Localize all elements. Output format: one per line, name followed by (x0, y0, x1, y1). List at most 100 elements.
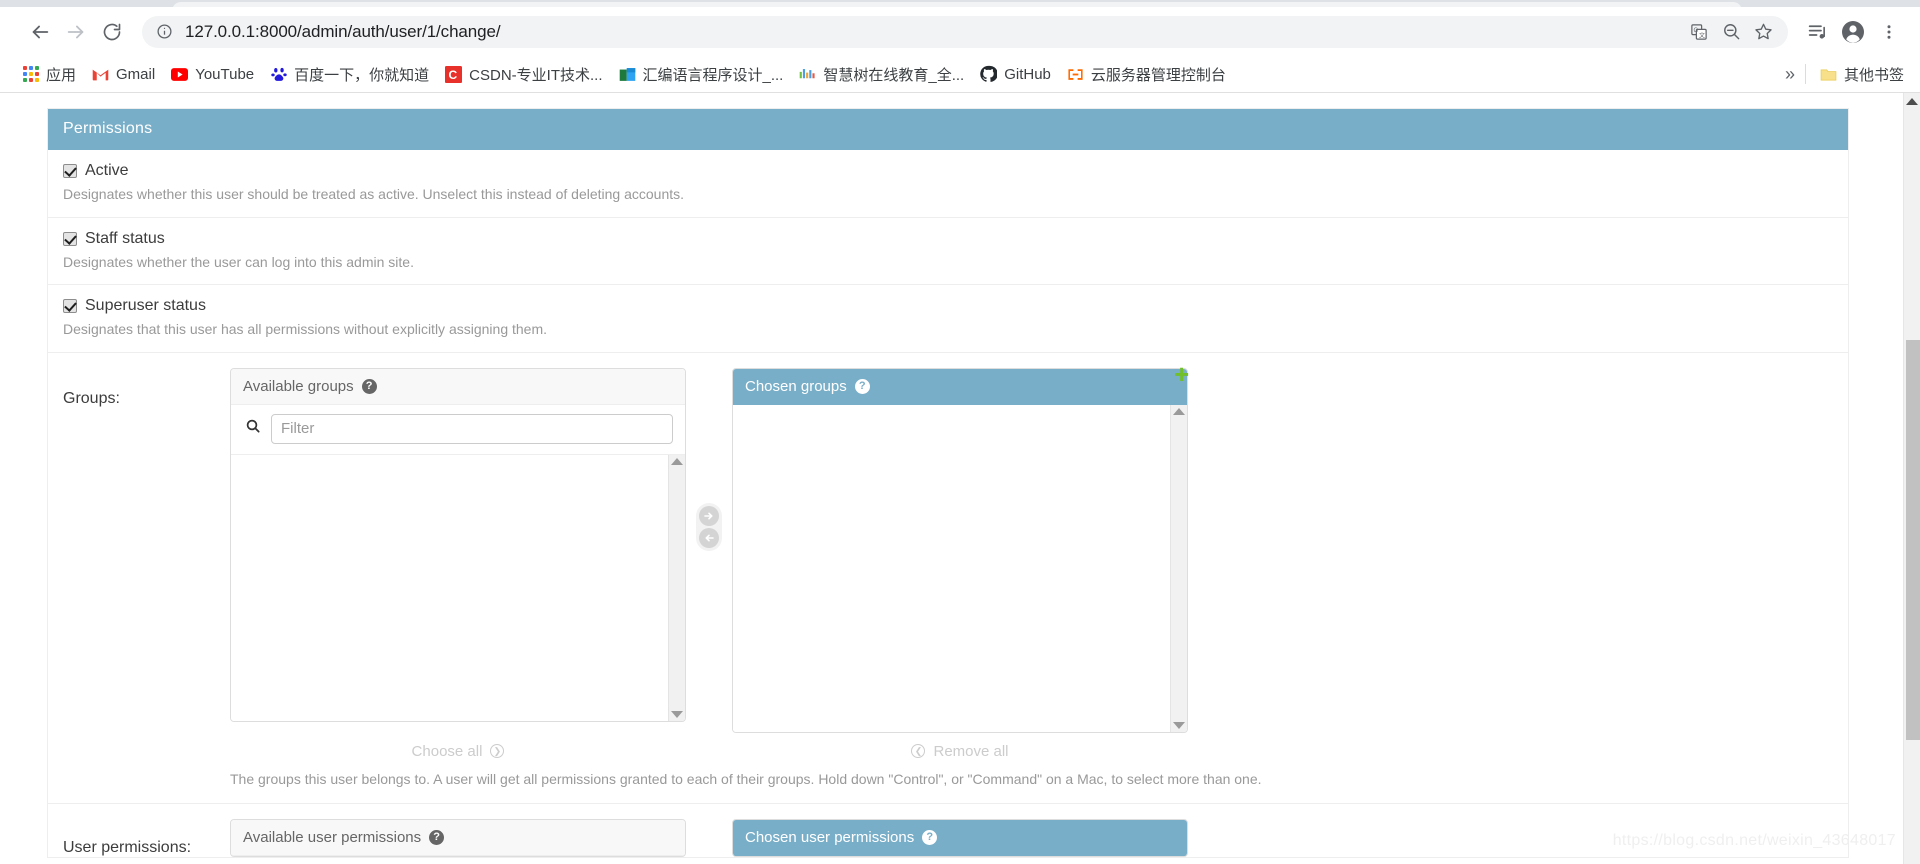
bookmark-label: 应用 (46, 66, 77, 84)
groups-selector-footers: Choose all ❯ ❮ Remove all (230, 733, 1833, 762)
folder-icon (1820, 66, 1837, 83)
checkbox-line[interactable]: Staff status (63, 230, 1833, 248)
translate-icon[interactable]: G文 (1684, 17, 1714, 47)
question-mark-icon[interactable]: ? (854, 378, 870, 394)
bookmark-youtube[interactable]: YouTube (163, 63, 262, 86)
bookmark-baidu[interactable]: 百度一下，你就知道 (262, 61, 437, 88)
choose-all-button[interactable]: Choose all ❯ (230, 733, 686, 762)
baidu-icon (270, 66, 287, 83)
chosen-user-permissions-title: Chosen user permissions (745, 829, 915, 847)
available-groups-list[interactable] (231, 454, 685, 721)
footer-spacer (686, 733, 732, 762)
question-mark-icon[interactable]: ? (922, 830, 938, 846)
staff-status-help-text: Designates whether the user can log into… (63, 253, 414, 270)
bookmark-label: Gmail (116, 65, 156, 83)
media-playlist-icon[interactable] (1800, 15, 1834, 49)
plus-icon[interactable]: + (1174, 361, 1189, 387)
module-title: Permissions (48, 109, 1848, 150)
reload-button[interactable] (94, 14, 130, 50)
remove-all-button[interactable]: ❮ Remove all (732, 733, 1188, 762)
forward-button[interactable] (58, 14, 94, 50)
chosen-user-permissions-title-bar: Chosen user permissions ? (733, 820, 1187, 857)
site-info-icon[interactable] (156, 23, 173, 40)
bookmark-label: 智慧树在线教育_全... (823, 66, 965, 84)
chosen-groups-scrollbar[interactable] (1170, 404, 1187, 732)
chevron-double-right-icon: » (1784, 63, 1795, 84)
profile-avatar-icon[interactable] (1836, 15, 1870, 49)
browser-window: 127.0.0.1:8000/admin/auth/user/1/change/… (0, 0, 1920, 864)
arrow-left-circle-icon[interactable] (699, 527, 719, 548)
bookmark-assembly-book[interactable]: 汇编语言程序设计_... (611, 61, 792, 88)
arrow-right-circle-icon[interactable] (699, 505, 719, 526)
available-user-permissions-title-bar: Available user permissions ? (231, 820, 685, 857)
question-mark-icon[interactable]: ? (361, 378, 377, 394)
csdn-icon: C (445, 65, 463, 83)
available-groups-scrollbar[interactable] (668, 454, 685, 721)
page-scrollbar[interactable] (1903, 93, 1920, 864)
available-groups-title-bar: Available groups ? (231, 368, 685, 405)
field-row-user-permissions: User permissions: Available user permiss… (48, 804, 1848, 858)
scroll-up-icon[interactable] (671, 457, 683, 465)
checkbox-line[interactable]: Active (63, 162, 1833, 180)
groups-selector: Available groups ? Filter Chosen groups … (230, 361, 1833, 733)
back-button[interactable] (22, 14, 58, 50)
superuser-status-checkbox[interactable] (63, 299, 77, 314)
tab-strip (0, 0, 1920, 11)
bookmark-github[interactable]: GitHub (972, 63, 1059, 86)
chrome-menu-icon[interactable] (1872, 15, 1906, 49)
bookmark-zhihuishu[interactable]: 智慧树在线教育_全... (791, 61, 972, 88)
bookmarks-overflow-button[interactable]: » (1775, 64, 1805, 85)
bookmark-label: CSDN-专业IT技术... (469, 66, 603, 84)
chosen-groups-list[interactable] (733, 404, 1187, 732)
bookmark-csdn[interactable]: C CSDN-专业IT技术... (437, 61, 610, 88)
youtube-icon (171, 66, 189, 83)
available-groups-title: Available groups (243, 377, 354, 395)
remove-all-label: Remove all (933, 742, 1009, 760)
scroll-down-icon[interactable] (671, 710, 683, 718)
field-row-superuser-status: Superuser status Designates that this us… (48, 285, 1848, 353)
zoom-out-icon[interactable] (1716, 17, 1746, 47)
chevron-right-circle-icon: ❯ (490, 744, 505, 759)
bookmark-star-icon[interactable] (1748, 17, 1778, 47)
chosen-groups-box: Chosen groups ? (732, 367, 1188, 733)
active-checkbox[interactable] (63, 164, 77, 178)
bookmark-gmail[interactable]: Gmail (84, 63, 163, 86)
browser-toolbar: 127.0.0.1:8000/admin/auth/user/1/change/… (0, 7, 1920, 56)
page-viewport: Permissions Active Designates whether th… (0, 93, 1920, 864)
staff-status-checkbox[interactable] (63, 231, 77, 246)
omnibox-actions: G文 (1684, 17, 1778, 47)
available-groups-box: Available groups ? (230, 367, 686, 722)
scroll-down-icon[interactable] (1173, 721, 1185, 729)
bookmark-other-bookmarks[interactable]: 其他书签 (1812, 61, 1912, 88)
available-user-permissions-box: Available user permissions ? (230, 819, 686, 858)
bookmark-apps[interactable]: 应用 (14, 61, 84, 88)
user-permissions-label: User permissions: (63, 839, 192, 857)
scrollbar-thumb[interactable] (1906, 340, 1920, 740)
superuser-status-label: Superuser status (85, 297, 206, 315)
user-permissions-chooser-buttons (686, 819, 732, 857)
url-text: 127.0.0.1:8000/admin/auth/user/1/change/ (185, 21, 501, 41)
checkbox-line[interactable]: Superuser status (63, 297, 1833, 315)
django-admin-change-form: Permissions Active Designates whether th… (0, 93, 1896, 859)
scroll-up-icon[interactable] (1173, 407, 1185, 415)
superuser-status-help-text: Designates that this user has all permis… (63, 321, 548, 338)
bookmark-aliyun-console[interactable]: 云服务器管理控制台 (1059, 61, 1234, 88)
chosen-groups-title: Chosen groups (745, 377, 847, 395)
groups-help-text: The groups this user belongs to. A user … (230, 770, 1262, 787)
groups-label: Groups: (63, 389, 120, 407)
search-icon (245, 418, 261, 439)
scroll-up-icon[interactable] (1906, 98, 1918, 105)
aliyun-icon (1067, 66, 1084, 83)
groups-filter-input[interactable] (271, 413, 673, 444)
question-mark-icon[interactable]: ? (429, 830, 445, 846)
groups-selector-wrap: Available groups ? Filter Chosen groups … (230, 361, 1833, 794)
field-row-groups: Groups: Available groups ? Filter Chosen… (48, 353, 1848, 805)
bookmark-label: 汇编语言程序设计_... (642, 66, 784, 84)
bookmarks-divider (1804, 64, 1806, 84)
bookmark-label: 百度一下，你就知道 (294, 66, 430, 84)
permissions-module: Permissions Active Designates whether th… (47, 108, 1849, 859)
active-label: Active (85, 162, 129, 179)
available-groups-filter (231, 404, 685, 455)
address-bar[interactable]: 127.0.0.1:8000/admin/auth/user/1/change/… (142, 15, 1788, 48)
svg-text:C: C (449, 68, 458, 82)
